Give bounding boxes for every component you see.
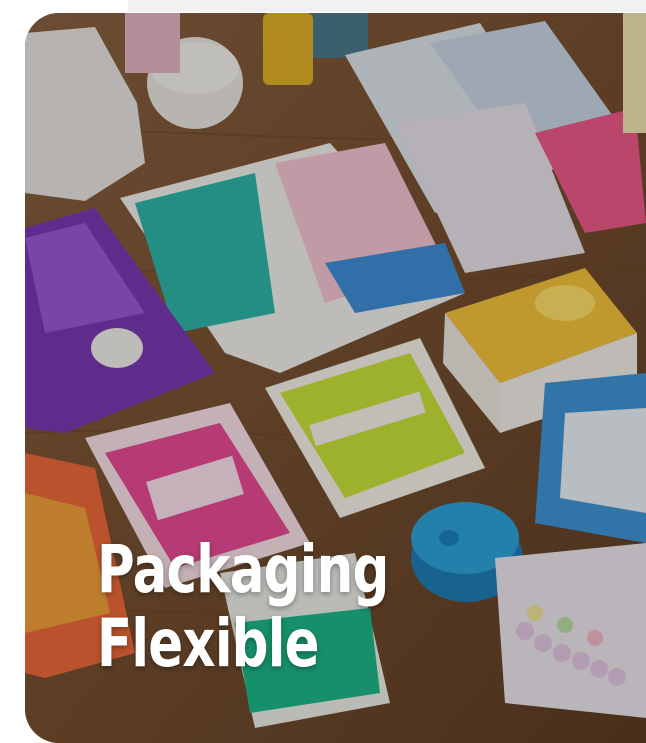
top-strip (128, 0, 646, 12)
card-title: Packaging Flexible (97, 533, 389, 681)
card-title-line2: Flexible (97, 605, 320, 682)
packaging-card[interactable]: Packaging Flexible (25, 13, 646, 743)
card-title-line1: Packaging (97, 531, 389, 608)
